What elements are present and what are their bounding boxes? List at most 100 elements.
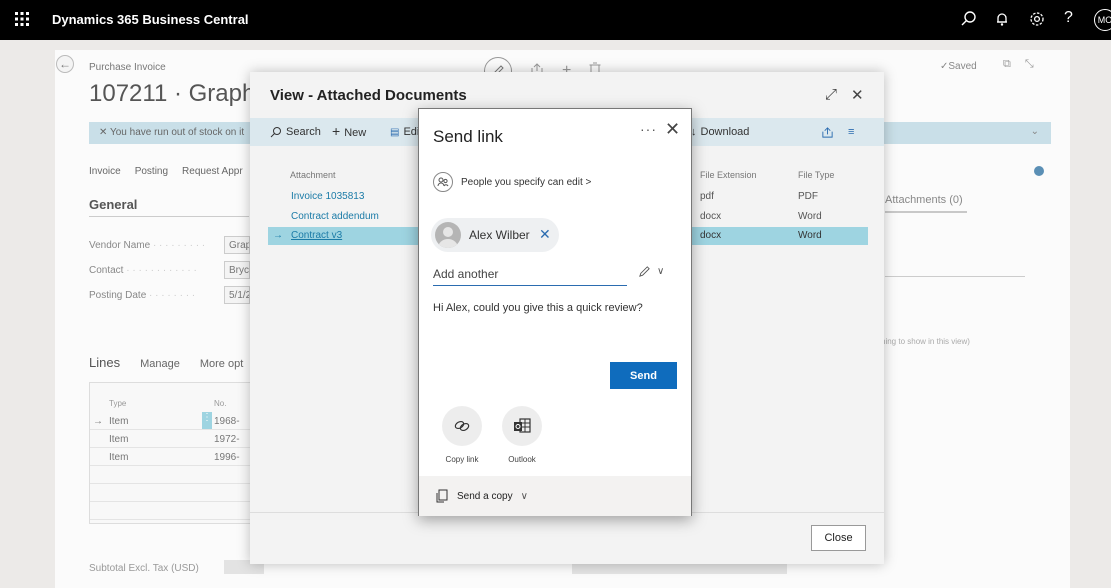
send-a-copy-label: Send a copy <box>457 490 513 502</box>
copy-link-button[interactable] <box>442 406 482 446</box>
close-button[interactable]: Close <box>811 525 866 551</box>
collapse-icon[interactable]: ⤡ <box>1025 58 1034 71</box>
table-row[interactable] <box>90 466 250 484</box>
app-launcher-icon[interactable] <box>14 11 30 27</box>
close-icon[interactable]: ✕ <box>665 119 680 140</box>
empty-hint: hing to show in this view) <box>881 337 970 346</box>
file-type: PDF <box>798 191 818 202</box>
people-icon <box>433 172 453 192</box>
table-row[interactable]: Item 1972- <box>90 430 250 448</box>
attachments-tab[interactable]: Attachments (0) <box>885 194 963 206</box>
saved-status: ✓Saved <box>940 61 977 72</box>
lines-header-row: Type No. <box>90 395 250 413</box>
download-button[interactable]: ↓ Download <box>691 126 749 138</box>
field-label-vendor: Vendor Name · · · · · · · · · <box>89 240 206 251</box>
send-link-panel: Send link ··· ✕ People you specify can e… <box>418 108 692 516</box>
line-type: Item <box>109 434 129 445</box>
field-label-posting-date: Posting Date · · · · · · · · <box>89 290 196 301</box>
send-link-title: Send link <box>433 127 503 146</box>
col-no: No. <box>214 399 227 408</box>
table-row[interactable]: → Item ⋮ 1968- <box>90 412 250 430</box>
more-options-icon[interactable]: ··· <box>640 121 657 137</box>
attachment-link[interactable]: Invoice 1035813 <box>291 191 364 202</box>
line-no: 1968- <box>214 416 240 427</box>
file-type: Word <box>798 211 822 222</box>
close-icon[interactable]: ✕ <box>851 86 864 104</box>
vendor-name-field[interactable]: Grap <box>224 236 250 254</box>
user-avatar[interactable]: MO <box>1094 9 1111 31</box>
row-arrow-icon: → <box>93 416 103 427</box>
message-text[interactable]: Hi Alex, could you give this a quick rev… <box>433 302 683 314</box>
table-row[interactable] <box>90 484 250 502</box>
col-file-type[interactable]: File Type <box>798 170 834 180</box>
action-posting[interactable]: Posting <box>135 166 168 177</box>
col-attachment[interactable]: Attachment <box>290 170 336 180</box>
download-label: Download <box>700 126 750 138</box>
chevron-down-icon[interactable]: ⌄ <box>1031 126 1039 137</box>
breadcrumb[interactable]: Purchase Invoice <box>89 62 166 73</box>
col-type: Type <box>109 399 127 408</box>
section-general[interactable]: General <box>89 197 137 212</box>
info-dot[interactable] <box>1034 166 1044 176</box>
permission-dropdown[interactable]: ∨ <box>638 265 664 278</box>
permission-selector[interactable]: People you specify can edit > <box>433 172 591 192</box>
tab-underline <box>885 211 967 213</box>
remove-recipient-icon[interactable]: ✕ <box>539 226 551 243</box>
edit-label: Edi <box>403 126 420 138</box>
edit-button[interactable]: ▤ Edi <box>390 126 419 138</box>
lines-manage[interactable]: Manage <box>140 358 180 370</box>
file-ext: docx <box>700 211 722 222</box>
field-label-contact: Contact · · · · · · · · · · · · <box>89 265 197 276</box>
plus-icon: + <box>332 123 341 139</box>
gear-icon[interactable] <box>1028 10 1046 28</box>
action-request-approval[interactable]: Request Appr <box>182 166 243 177</box>
line-type: Item <box>109 452 129 463</box>
back-arrow-icon[interactable]: ← <box>56 55 74 73</box>
lines-more-options[interactable]: More opt <box>200 358 243 370</box>
open-new-window-icon[interactable]: ⧉ <box>1003 58 1011 71</box>
expand-icon[interactable]: ⤢ <box>825 86 837 104</box>
divider <box>885 276 1025 277</box>
pencil-icon <box>639 266 650 277</box>
line-no: 1996- <box>214 452 240 463</box>
add-recipient-input[interactable] <box>433 262 627 286</box>
search-icon <box>270 127 281 138</box>
attachment-link[interactable]: Contract v3 <box>291 230 342 241</box>
posting-date-field[interactable]: 5/1/2 <box>224 286 250 304</box>
share-icon[interactable] <box>821 126 834 139</box>
attachment-link[interactable]: Contract addendum <box>291 211 379 222</box>
file-type: Word <box>798 230 822 241</box>
table-row[interactable] <box>90 502 250 520</box>
file-ext: docx <box>700 230 722 241</box>
row-arrow-icon: → <box>273 230 283 241</box>
new-button[interactable]: + New <box>332 123 367 139</box>
bell-icon[interactable] <box>993 10 1011 28</box>
line-type: Item <box>109 416 129 427</box>
copy-link-label: Copy link <box>445 455 479 464</box>
top-bar: Dynamics 365 Business Central ? MO <box>0 0 1111 40</box>
link-icon <box>454 420 470 432</box>
recipient-chip[interactable]: Alex Wilber ✕ <box>431 218 559 252</box>
table-row[interactable]: Item 1996- <box>90 448 250 466</box>
subtotal-label: Subtotal Excl. Tax (USD) <box>89 563 199 574</box>
window-controls: ⧉ ⤡ <box>1003 58 1034 71</box>
action-invoice[interactable]: Invoice <box>89 166 121 177</box>
chevron-down-icon: ∨ <box>520 490 528 502</box>
chevron-down-icon: ∨ <box>657 266 665 277</box>
send-a-copy-button[interactable]: Send a copy ∨ <box>419 476 691 516</box>
list-view-icon[interactable]: ≡ <box>848 126 854 138</box>
app-brand[interactable]: Dynamics 365 Business Central <box>52 12 249 27</box>
contact-field[interactable]: Bryce <box>224 261 250 279</box>
help-icon[interactable]: ? <box>1064 9 1082 27</box>
search-icon[interactable] <box>960 10 978 28</box>
send-button[interactable]: Send <box>610 362 677 389</box>
dialog-window-controls: ⤢ ✕ <box>825 86 864 104</box>
col-file-extension[interactable]: File Extension <box>700 170 757 180</box>
search-label: Search <box>286 126 321 138</box>
row-menu-icon[interactable]: ⋮ <box>202 412 212 429</box>
outlook-button[interactable] <box>502 406 542 446</box>
lines-title[interactable]: Lines <box>89 355 120 370</box>
new-label: New <box>344 126 367 139</box>
file-ext: pdf <box>700 191 714 202</box>
search-button[interactable]: Search <box>270 126 321 138</box>
